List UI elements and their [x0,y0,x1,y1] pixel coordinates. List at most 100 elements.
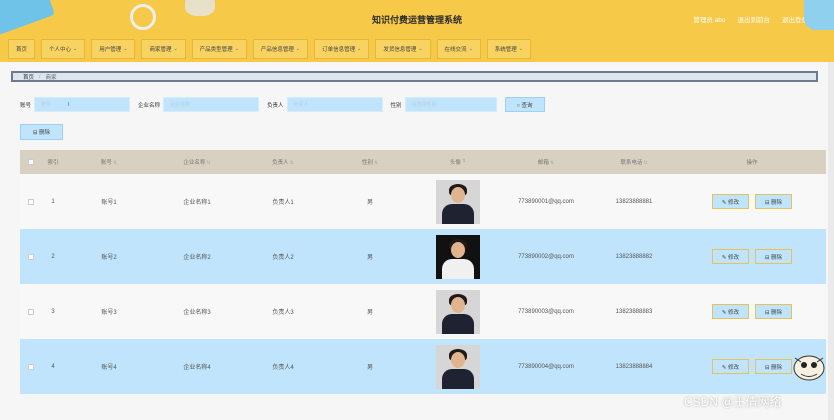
avatar [436,344,480,389]
cell-phone: 13823888882 [615,253,653,260]
cell-owner: 负责人4 [272,365,294,371]
chevron-down-icon: ⌄ [295,46,301,52]
batch-delete-button[interactable]: ⊟ 删除 [20,124,63,140]
cell-phone: 13823888881 [615,198,653,205]
nav-item-label: 发货信息管理 [383,47,417,53]
cell-sex: 男 [366,200,373,206]
cell-index: 1 [51,198,55,205]
company-input[interactable]: 企业名称 [163,97,260,112]
table-row: 2 账号2 企业名称2 负责人2 男 773890002@qq.com 1382388888… [20,229,826,284]
table-row: 1 账号1 企业名称1 负责人1 男 773890001@qq.com 1382388888… [20,174,826,229]
nav-item[interactable]: 用户管理 ⌄ [91,39,136,59]
chevron-down-icon: ⌄ [73,46,78,52]
nav-item[interactable]: 产品类型管理 ⌄ [191,39,247,59]
nav-item[interactable]: 发货信息管理 ⌄ [375,39,431,59]
select-all-checkbox[interactable] [28,159,34,165]
cell-company: 企业名称4 [183,365,211,371]
header-index: 索引 [47,160,59,166]
sort-icon: ⇅ [206,160,211,166]
top-header: 知识付费运营管理系统 管理员 abo 退出到前台 退出登录 [0,0,834,36]
edit-button[interactable]: ✎ 修改 [712,249,749,264]
cell-owner: 负责人1 [272,200,294,206]
account-input[interactable]: 账号 I [34,97,131,112]
cell-index: 4 [51,363,55,370]
edit-button[interactable]: ✎ 修改 [712,304,749,319]
cell-account: 账号3 [101,310,117,316]
breadcrumb-home[interactable]: 首页 [23,73,34,81]
chevron-down-icon: ⌄ [173,46,178,52]
header-account[interactable]: 账号⇅ [64,158,154,166]
header-sex[interactable]: 性别⇅ [326,158,414,166]
owner-input[interactable]: 负责人 [286,97,383,112]
nav-item-label: 产品信息管理 [260,47,294,53]
nav-item-label: 产品类型管理 [199,47,233,53]
cell-sex: 男 [366,365,373,371]
row-checkbox[interactable] [28,253,34,260]
table-row: 3 账号3 企业名称3 负责人3 男 773890003@qq.com 1382388888… [20,284,826,339]
header-owner[interactable]: 负责人⇅ [240,158,326,166]
cell-phone: 13823888883 [615,308,653,315]
header-email[interactable]: 邮箱⇅ [502,158,590,166]
nav-item-label: 首页 [16,47,28,53]
main-nav: 首页 个人中心 ⌄ 用户管理 ⌄ 商家管理 ⌄ 产品类型管理 ⌄ 产品信息管理 ⌄ 订单信息管理 ⌄ 发货… [0,36,834,62]
cell-sex: 男 [366,255,373,261]
header-decoration [804,0,834,30]
back-to-frontend-link[interactable]: 退出到前台 [738,14,771,24]
row-checkbox[interactable] [28,308,34,315]
nav-item-label: 个人中心 [49,47,72,53]
chevron-down-icon: ⌄ [234,46,239,52]
breadcrumb-current: 商家 [45,74,57,81]
nav-item[interactable]: 首页 [8,39,36,59]
merchant-table: 索引 账号⇅ 企业名称⇅ 负责人⇅ 性别⇅ 头像 ⇅ 邮箱⇅ 联系电话⇅ 操作 1… [20,150,826,394]
avatar [436,234,480,279]
cell-account: 账号2 [101,255,117,261]
company-label: 企业名称 [138,102,161,109]
chevron-down-icon: ⌄ [518,46,523,52]
account-label: 账号 [20,102,32,109]
edit-button[interactable]: ✎ 修改 [712,194,749,209]
header-phone[interactable]: 联系电话⇅ [590,158,678,166]
sort-icon: ⇅ [112,160,118,166]
cell-email: 773890002@qq.com [518,253,574,260]
table-header: 索引 账号⇅ 企业名称⇅ 负责人⇅ 性别⇅ 头像 ⇅ 邮箱⇅ 联系电话⇅ 操作 [20,150,826,174]
cell-owner: 负责人3 [272,310,294,316]
header-avatar[interactable]: 头像 ⇅ [414,158,502,166]
avatar [436,289,480,334]
sort-icon: ⇅ [289,160,294,166]
cell-index: 3 [51,308,55,315]
text-cursor-icon: I [68,101,70,108]
header-ops: 操作 [746,160,758,166]
mascot-icon [793,355,825,381]
scrollbar[interactable] [828,62,834,420]
chevron-down-icon: ⌄ [418,46,423,52]
sort-icon: ⇅ [461,158,467,164]
edit-button[interactable]: ✎ 修改 [712,359,749,374]
header-company[interactable]: 企业名称⇅ [154,158,240,166]
nav-item[interactable]: 系统管理 ⌄ [486,39,531,59]
chevron-down-icon: ⌄ [468,46,473,52]
delete-button[interactable]: ⊟ 删除 [755,304,792,319]
nav-item[interactable]: 个人中心 ⌄ [41,39,86,59]
row-checkbox[interactable] [28,198,34,205]
sex-select[interactable]: 请选择性别 [404,97,497,112]
sort-icon: ⇅ [549,160,555,166]
watermark: CSDN @王倩网络 [684,395,782,409]
nav-item[interactable]: 订单信息管理 ⌄ [314,39,370,59]
cell-owner: 负责人2 [272,255,294,261]
row-checkbox[interactable] [28,363,34,370]
delete-button[interactable]: ⊟ 删除 [755,194,792,209]
nav-item-label: 用户管理 [99,47,122,53]
breadcrumb-separator: / [39,73,41,80]
delete-button[interactable]: ⊟ 删除 [755,249,792,264]
search-button[interactable]: ○ 查询 [504,97,545,112]
chevron-down-icon: ⌄ [123,46,128,52]
nav-item-label: 订单信息管理 [322,47,356,53]
nav-item[interactable]: 产品信息管理 ⌄ [252,39,309,59]
sort-icon: ⇅ [643,160,648,166]
nav-item[interactable]: 商家管理 ⌄ [141,39,186,59]
nav-item[interactable]: 在线交流 ⌄ [436,39,481,59]
current-user: 管理员 abo [693,17,726,24]
cell-company: 企业名称3 [183,310,211,316]
nav-item-label: 商家管理 [149,47,172,53]
avatar [436,179,480,224]
